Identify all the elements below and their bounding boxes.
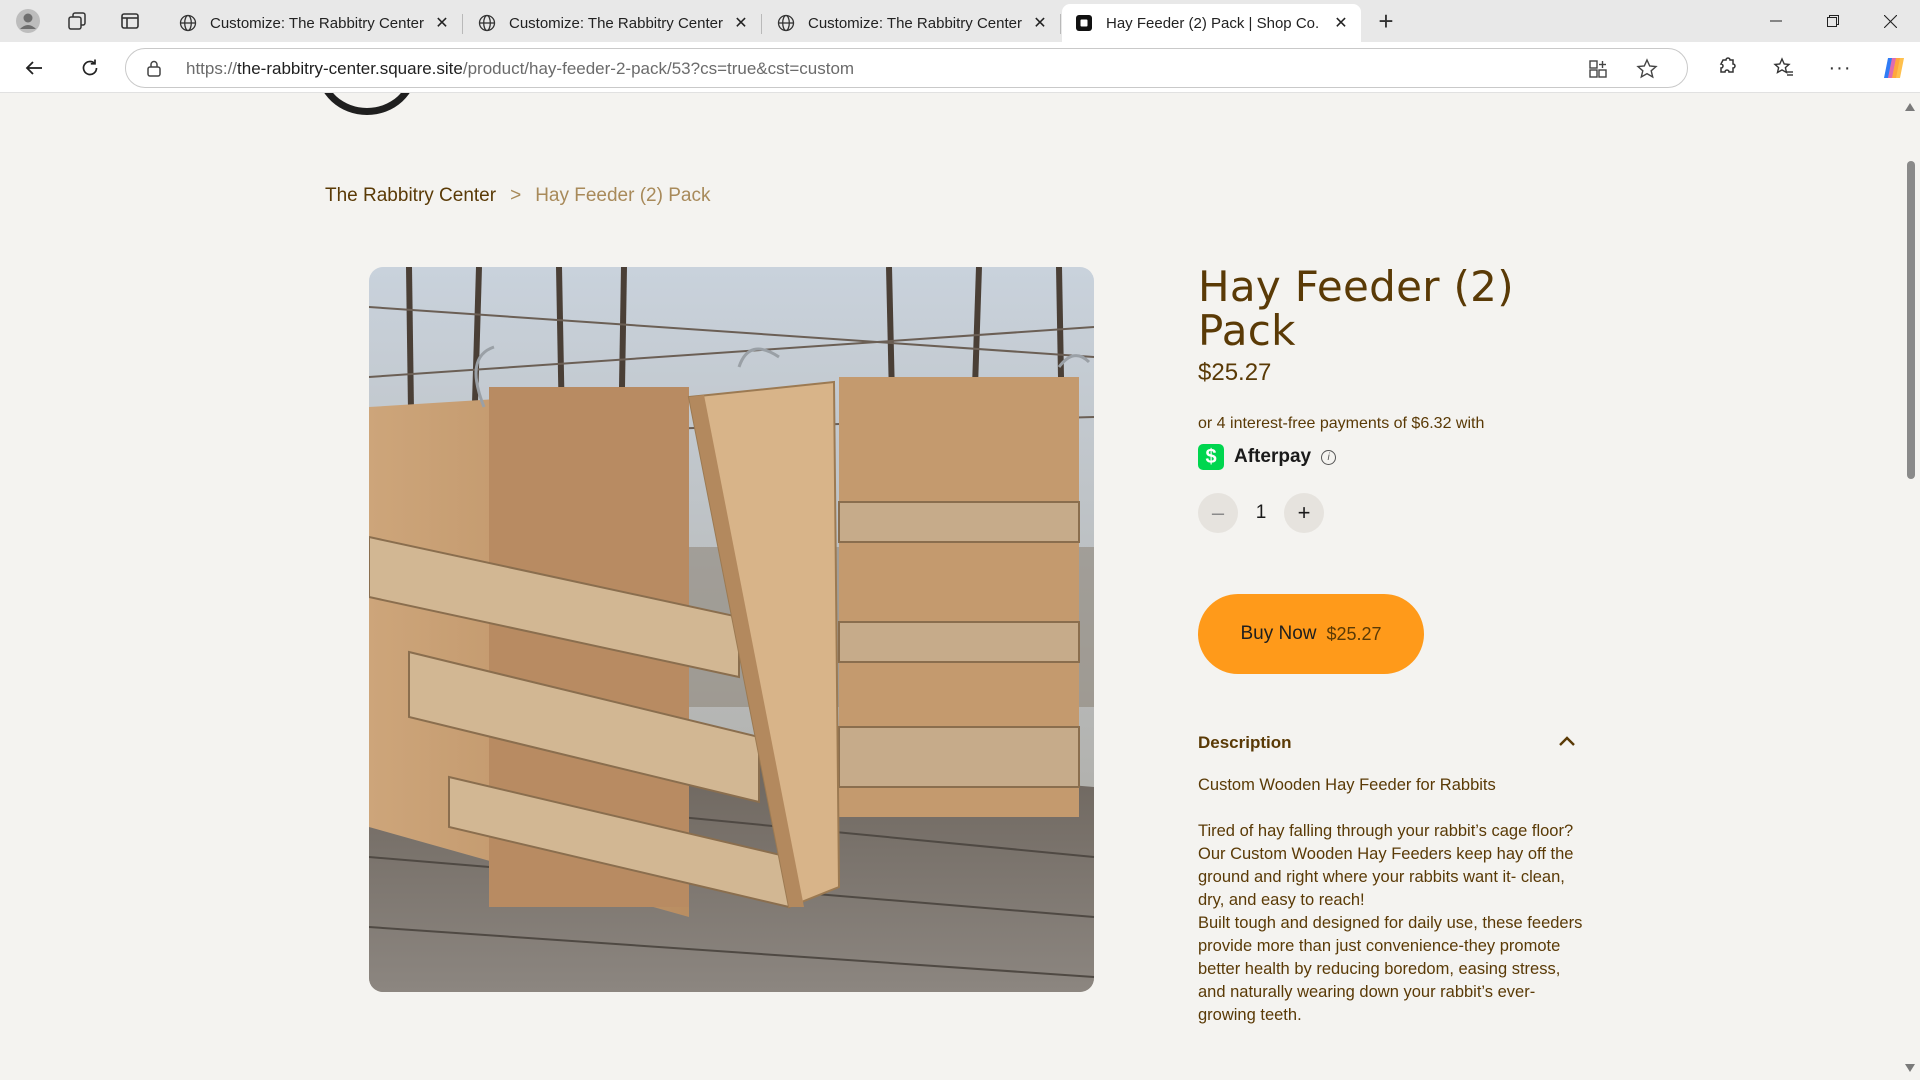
close-tab-icon[interactable]: ✕: [1030, 13, 1050, 33]
page-scrollbar[interactable]: [1900, 93, 1920, 1080]
breadcrumb-home-link[interactable]: The Rabbitry Center: [325, 185, 496, 207]
buy-now-price: $25.27: [1326, 623, 1382, 644]
url-text: https://the-rabbitry-center.square.site/…: [186, 59, 855, 78]
tab-title: Hay Feeder (2) Pack | Shop Co.: [1106, 14, 1320, 32]
afterpay-badge: $ Afterpay i: [1198, 444, 1337, 470]
close-tab-icon[interactable]: ✕: [1331, 13, 1351, 33]
tab-title: Customize: The Rabbitry Center -: [808, 14, 1022, 32]
close-tab-icon[interactable]: ✕: [432, 13, 452, 33]
more-options-icon[interactable]: ···: [1824, 52, 1856, 84]
copilot-icon[interactable]: [1878, 52, 1910, 84]
tab-actions-icon[interactable]: [116, 7, 144, 35]
square-logo-icon: [1074, 13, 1094, 33]
breadcrumb-current: Hay Feeder (2) Pack: [535, 185, 711, 206]
cash-app-dollar-icon: $: [1198, 444, 1224, 470]
page-content: The Rabbitry Center > Hay Feeder (2) Pac…: [0, 93, 1900, 1080]
new-tab-icon[interactable]: +: [1372, 8, 1400, 36]
profile-icon[interactable]: [14, 7, 42, 35]
favorites-icon[interactable]: [1768, 52, 1800, 84]
back-arrow-icon[interactable]: [18, 52, 50, 84]
description-paragraph: Built tough and designed for daily use, …: [1198, 914, 1583, 1024]
breadcrumb-separator: >: [510, 185, 522, 206]
afterpay-installments-text: or 4 interest-free payments of $6.32 wit…: [1198, 415, 1485, 432]
description-body: Custom Wooden Hay Feeder for Rabbits Tir…: [1198, 774, 1583, 1027]
browser-tab[interactable]: Customize: The Rabbitry Center - ✕: [465, 4, 762, 42]
address-bar[interactable]: https://the-rabbitry-center.square.site/…: [125, 48, 1688, 88]
chevron-up-icon[interactable]: [1558, 734, 1576, 752]
afterpay-label: Afterpay: [1234, 446, 1312, 467]
product-price: $25.27: [1198, 359, 1272, 386]
quantity-value[interactable]: 1: [1238, 502, 1284, 524]
scroll-up-arrow-icon[interactable]: [1905, 103, 1915, 111]
workspaces-icon[interactable]: [63, 7, 91, 35]
browser-tab-active[interactable]: Hay Feeder (2) Pack | Shop Co. ✕: [1062, 4, 1361, 42]
description-heading: Description: [1198, 733, 1292, 752]
description-paragraph: Tired of hay falling through your rabbit…: [1198, 822, 1574, 840]
browser-toolbar: https://the-rabbitry-center.square.site/…: [0, 42, 1920, 93]
increase-quantity-button[interactable]: +: [1284, 493, 1324, 533]
lock-icon[interactable]: [146, 59, 162, 82]
info-icon[interactable]: i: [1321, 449, 1337, 465]
close-tab-icon[interactable]: ✕: [731, 13, 751, 33]
quantity-stepper: – 1 +: [1198, 493, 1324, 533]
browser-tab[interactable]: Customize: The Rabbitry Center - ✕: [764, 4, 1061, 42]
minimize-icon[interactable]: [1748, 0, 1804, 42]
scroll-down-arrow-icon[interactable]: [1905, 1064, 1915, 1072]
scrollbar-thumb[interactable]: [1907, 161, 1915, 479]
tab-title: Customize: The Rabbitry Center -: [509, 14, 723, 32]
description-paragraph: Custom Wooden Hay Feeder for Rabbits: [1198, 776, 1496, 794]
globe-icon: [178, 13, 198, 33]
breadcrumb: The Rabbitry Center > Hay Feeder (2) Pac…: [325, 185, 710, 207]
description-paragraph: Our Custom Wooden Hay Feeders keep hay o…: [1198, 845, 1574, 909]
close-window-icon[interactable]: [1862, 0, 1918, 42]
description-accordion-header[interactable]: Description: [1198, 733, 1576, 753]
restore-icon[interactable]: [1805, 0, 1861, 42]
globe-icon: [776, 13, 796, 33]
browser-tab[interactable]: Customize: The Rabbitry Center - ✕: [166, 4, 463, 42]
product-title: Hay Feeder (2) Pack: [1198, 262, 1514, 355]
browser-tab-strip: Customize: The Rabbitry Center - ✕ Custo…: [0, 0, 1920, 42]
extensions-icon[interactable]: [1710, 52, 1742, 84]
decrease-quantity-button[interactable]: –: [1198, 493, 1238, 533]
product-image[interactable]: [369, 267, 1094, 992]
tab-title: Customize: The Rabbitry Center -: [210, 14, 424, 32]
favorite-star-icon[interactable]: [1636, 58, 1658, 85]
store-logo[interactable]: [317, 93, 417, 115]
buy-now-label: Buy Now: [1240, 623, 1317, 644]
refresh-icon[interactable]: [74, 52, 106, 84]
app-available-icon[interactable]: [1588, 59, 1608, 84]
buy-now-button[interactable]: Buy Now $25.27: [1198, 594, 1424, 674]
globe-icon: [477, 13, 497, 33]
